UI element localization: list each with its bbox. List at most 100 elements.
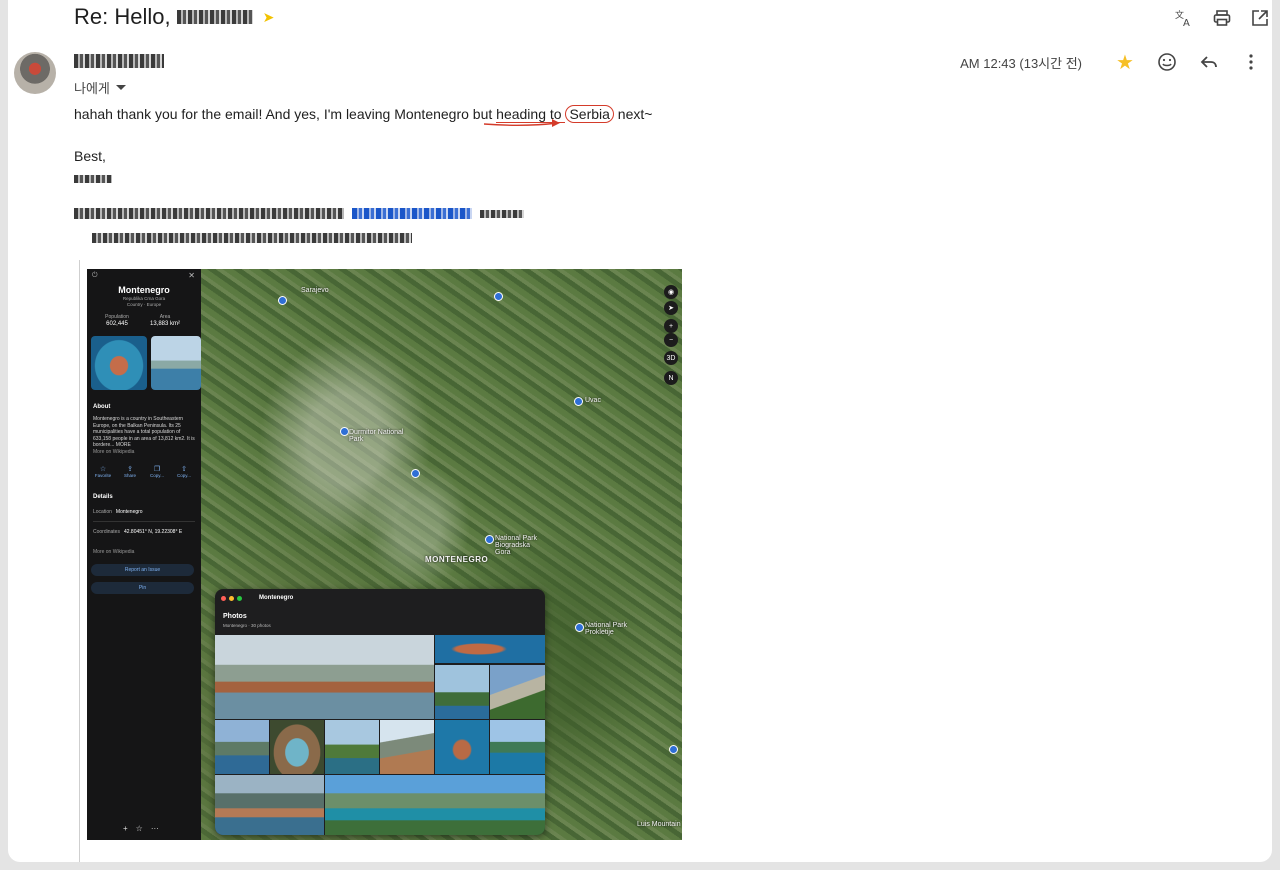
map-label-biogradska: National Park Biogradska Gora: [495, 535, 538, 556]
photo-tile[interactable]: [325, 720, 379, 774]
star-icon[interactable]: ★: [1113, 50, 1137, 74]
header-actions: 文A: [1172, 6, 1272, 30]
about-heading: About: [93, 404, 111, 410]
chevron-down-icon: [115, 85, 126, 90]
copy-label: Copy...: [150, 473, 164, 478]
redacted-name: [176, 10, 253, 24]
copy-link-icon: ⇧: [181, 466, 187, 473]
photo-tile[interactable]: [435, 635, 545, 663]
favorite-button[interactable]: ☆ Favorite: [91, 465, 115, 478]
body-text-circled: Serbia: [565, 105, 614, 123]
place-title: Montenegro: [118, 285, 170, 295]
more-horiz-icon[interactable]: ···: [151, 824, 159, 833]
print-icon[interactable]: [1210, 6, 1234, 30]
copy-link-button[interactable]: ⇧ Copy...: [172, 465, 196, 478]
share-button[interactable]: ⇪ Share: [118, 465, 142, 478]
email-card: Re: Hello, ➤ 文A 나에게 AM 12:43 (13시간 전) ★: [8, 0, 1272, 862]
recipient-label: 나에게: [74, 81, 110, 96]
map-pin-icon: [669, 745, 678, 754]
open-in-new-icon[interactable]: [1248, 6, 1272, 30]
redacted-email-link[interactable]: [352, 208, 472, 219]
photos-heading: Photos: [223, 613, 247, 620]
map-label-montenegro: MONTENEGRO: [425, 555, 489, 564]
emoji-icon[interactable]: [1155, 50, 1179, 74]
message-meta: AM 12:43 (13시간 전) ★: [960, 50, 1272, 74]
more-vert-icon[interactable]: [1239, 50, 1263, 74]
copy-icon: ❐: [153, 466, 161, 473]
add-icon[interactable]: +: [123, 824, 128, 833]
close-window-icon[interactable]: [221, 596, 226, 601]
svg-text:A: A: [1183, 18, 1190, 28]
about-source[interactable]: More on Wikipedia: [93, 449, 195, 456]
power-icon[interactable]: ⏻: [92, 272, 98, 280]
embedded-screenshot[interactable]: Sarajevo Uvac Durmitor National Park MON…: [87, 269, 682, 840]
reply-icon[interactable]: [1197, 50, 1221, 74]
pin-button[interactable]: Pin: [91, 582, 194, 594]
signature-name: [74, 170, 112, 188]
annotation-arrow-icon: [484, 119, 560, 127]
redacted-quote-wrote: [480, 209, 524, 218]
coordinates-row: Coordinates 42.80451° N, 19.22308° E: [93, 529, 197, 535]
map-pin-icon: [485, 535, 494, 544]
subject-text: Re: Hello,: [74, 4, 171, 29]
map-label-uvac: Uvac: [585, 397, 601, 404]
zoom-in-icon[interactable]: +: [664, 319, 678, 333]
timestamp: AM 12:43 (13시간 전): [960, 55, 1082, 71]
map-pin-icon: [278, 296, 287, 305]
photo-tile[interactable]: [325, 775, 545, 835]
photos-window-title: Montenegro: [259, 595, 294, 601]
photo-tile[interactable]: [270, 720, 324, 774]
zoom-window-icon[interactable]: [237, 596, 242, 601]
close-icon[interactable]: ✕: [188, 271, 195, 280]
photo-tile[interactable]: [215, 720, 269, 774]
report-issue-label: Report an Issue: [124, 567, 161, 573]
area-value: 13,883 km²: [149, 321, 180, 327]
avatar[interactable]: [14, 52, 56, 94]
email-subject: Re: Hello, ➤: [74, 4, 274, 30]
minimize-window-icon[interactable]: [229, 596, 234, 601]
report-issue-button[interactable]: Report an Issue: [91, 564, 194, 576]
sidebar-bottom-actions: + ☆ ···: [123, 824, 159, 833]
important-marker-icon[interactable]: ➤: [263, 9, 275, 26]
population-label: Population: [105, 314, 129, 320]
redacted-quote-date: [74, 208, 344, 219]
place-photo[interactable]: [91, 336, 147, 390]
map-label-sarajevo: Sarajevo: [301, 287, 329, 294]
about-text: Montenegro is a country in Southeastern …: [93, 416, 195, 448]
coordinates-source[interactable]: More on Wikipedia: [93, 549, 134, 555]
map-pin-icon: [574, 397, 583, 406]
redacted-quote-text: [92, 233, 412, 243]
photo-tile[interactable]: [490, 720, 545, 774]
window-traffic-lights: [221, 596, 242, 601]
photo-grid: [215, 635, 545, 835]
copy-button[interactable]: ❐ Copy...: [145, 465, 169, 478]
map-3d-button[interactable]: 3D: [664, 351, 678, 365]
photo-tile[interactable]: [490, 665, 545, 719]
photo-tile[interactable]: [380, 720, 434, 774]
photo-tile[interactable]: [215, 635, 434, 719]
recipient-dropdown[interactable]: 나에게: [74, 78, 126, 97]
photos-window: Montenegro Photos Montenegro · 30 photos: [215, 589, 545, 835]
body-text-start: hahah thank you for the email! And yes, …: [74, 106, 497, 122]
place-sidebar: ⏻ ✕ Montenegro Republika Crna Gora Count…: [87, 269, 201, 840]
quoted-header-line: [74, 208, 524, 219]
location-label: Location: [93, 509, 112, 515]
share-label: Share: [123, 473, 136, 478]
zoom-out-icon[interactable]: −: [664, 333, 678, 347]
photo-tile[interactable]: [215, 775, 324, 835]
signoff: Best,: [74, 148, 106, 164]
star-outline-icon: ☆: [99, 466, 107, 473]
compass-button[interactable]: N: [664, 371, 678, 385]
quoted-header-line-2: [92, 230, 412, 248]
copy-link-label: Copy...: [177, 473, 191, 478]
globe-icon[interactable]: ◉: [664, 285, 678, 299]
translate-icon[interactable]: 文A: [1172, 6, 1196, 30]
redacted-signature: [74, 175, 112, 183]
location-arrow-icon[interactable]: ➤: [664, 301, 678, 315]
place-photo[interactable]: [151, 336, 201, 390]
photo-tile[interactable]: [435, 720, 489, 774]
population-value: 602,445: [106, 321, 128, 327]
message-body-line: hahah thank you for the email! And yes, …: [74, 105, 652, 123]
star-outline-icon[interactable]: ☆: [136, 824, 143, 833]
photo-tile[interactable]: [435, 665, 489, 719]
